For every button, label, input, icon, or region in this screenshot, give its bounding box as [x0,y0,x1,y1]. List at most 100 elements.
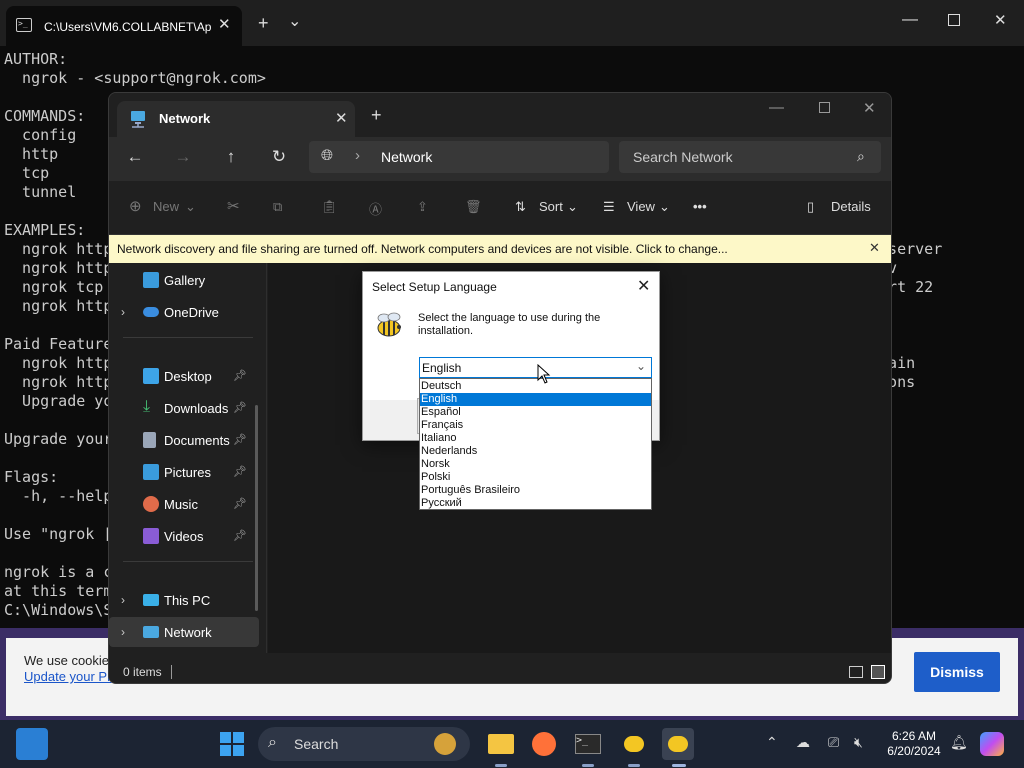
sidebar-item-music[interactable]: Music 📌︎ [109,489,259,519]
language-dropdown-list: Deutsch English Español Français Italian… [419,378,652,510]
details-button[interactable]: Details [831,199,871,214]
download-icon: ⤓ [143,398,151,415]
paste-icon[interactable]: 📋︎ [321,199,338,215]
minimize-icon[interactable]: — [769,99,784,116]
language-option-selected[interactable]: English [420,393,651,406]
sidebar-item-onedrive[interactable]: › OneDrive [109,297,259,327]
dismiss-button[interactable]: Dismiss [914,652,1000,692]
delete-icon[interactable]: 🗑︎ [465,199,482,215]
language-option[interactable]: Español [420,406,651,419]
taskbar-clock[interactable]: 6:26 AM 6/20/2024 [886,729,942,759]
pin-icon[interactable]: 📌︎ [233,369,247,382]
new-tab-button[interactable]: + [371,105,382,126]
rename-icon[interactable]: Ⓐ [369,199,382,218]
language-option[interactable]: Norsk [420,458,651,471]
language-option[interactable]: Русский [420,497,651,510]
taskbar-search-label: Search [294,736,339,752]
maximize-icon[interactable] [819,102,830,113]
pin-icon[interactable]: 📌︎ [233,401,247,414]
language-option[interactable]: Nederlands [420,445,651,458]
sidebar-item-desktop[interactable]: Desktop 📌︎ [109,361,259,391]
language-option[interactable]: Français [420,419,651,432]
more-options-button[interactable]: ••• [693,199,707,214]
active-indicator [495,764,507,767]
chevron-up-icon[interactable]: ⌃ [766,734,778,751]
language-option[interactable]: Polski [420,471,651,484]
language-option[interactable]: Português Brasileiro [420,484,651,497]
refresh-icon[interactable]: ↻ [267,147,291,167]
setup-taskbar-icon[interactable] [618,728,650,760]
computer-icon [143,594,159,606]
share-icon[interactable]: ⇪ [417,199,428,215]
sidebar-item-documents[interactable]: Documents 📌︎ [109,425,259,455]
new-tab-button[interactable]: + [258,13,269,33]
copy-icon[interactable]: ⧉ [273,199,282,215]
chevron-right-icon[interactable]: › [121,625,125,639]
address-location: Network [381,149,433,165]
outlook-app-icon[interactable] [16,728,48,760]
pin-icon[interactable]: 📌︎ [233,497,247,510]
dialog-title-bar: Select Setup Language ✕ [363,272,659,302]
file-explorer-taskbar-icon[interactable] [485,728,517,760]
up-arrow-icon[interactable]: ↑ [219,147,243,167]
divider [171,665,172,679]
windows-start-icon[interactable] [220,732,244,756]
status-bar: 0 items [109,661,891,683]
copilot-icon[interactable] [980,732,1004,756]
sort-icon: ⇅ [515,199,526,214]
sidebar-item-network[interactable]: › Network [109,617,259,647]
language-select[interactable]: English ⌄ [419,357,652,378]
terminal-taskbar-icon[interactable]: >_ [572,728,604,760]
close-icon[interactable]: ✕ [637,276,650,296]
maximize-icon[interactable] [948,14,960,26]
notification-bell-icon[interactable]: 🔔︎ [950,734,968,751]
sort-button[interactable]: Sort [539,199,563,214]
sidebar-item-downloads[interactable]: ⤓ Downloads 📌︎ [109,393,259,423]
firefox-taskbar-icon[interactable] [528,728,560,760]
sidebar-item-videos[interactable]: Videos 📌︎ [109,521,259,551]
minimize-icon[interactable]: — [902,10,918,30]
explorer-tab[interactable]: Network ✕ [117,101,355,137]
close-icon[interactable]: ✕ [869,240,880,256]
network-icon [131,111,145,128]
onedrive-tray-icon[interactable]: ☁ [796,734,810,751]
volume-muted-icon[interactable]: 🔇︎ [854,734,863,751]
search-input[interactable]: Search Network ⌕ [619,141,881,173]
sidebar-item-pictures[interactable]: Pictures 📌︎ [109,457,259,487]
language-option[interactable]: Italiano [420,432,651,445]
network-tray-icon[interactable]: ⎚ [828,734,839,751]
sidebar-scrollbar[interactable] [255,405,258,611]
new-button[interactable]: New [153,199,179,214]
chevron-right-icon[interactable]: › [121,305,125,319]
close-tab-icon[interactable]: ✕ [335,109,348,127]
terminal-icon: >_ [16,18,32,32]
active-indicator [672,764,686,767]
network-discovery-info-bar[interactable]: Network discovery and file sharing are t… [109,235,891,263]
search-placeholder: Search Network [633,149,733,165]
sidebar-item-this-pc[interactable]: › This PC [109,585,259,615]
pin-icon[interactable]: 📌︎ [233,529,247,542]
close-window-icon[interactable]: ✕ [994,11,1007,31]
address-bar[interactable]: 🌐︎ › Network [309,141,609,173]
pin-icon[interactable]: 📌︎ [233,465,247,478]
tiles-view-icon[interactable] [871,665,885,679]
close-window-icon[interactable]: ✕ [863,99,876,117]
pin-icon[interactable]: 📌︎ [233,433,247,446]
details-view-icon[interactable] [849,666,863,678]
active-indicator [628,764,640,767]
terminal-tab[interactable]: >_ C:\Users\VM6.COLLABNET\Ap ✕ [6,6,242,46]
cookie-settings-link[interactable]: Update your Pr [24,669,111,684]
chevron-right-icon[interactable]: › [121,593,125,607]
view-button[interactable]: View [627,199,655,214]
back-arrow-icon[interactable]: ← [123,147,147,167]
forward-arrow-icon[interactable]: → [171,147,195,167]
language-option[interactable]: Deutsch [420,380,651,393]
chevron-down-icon[interactable]: ⌄ [636,359,646,373]
chevron-right-icon[interactable]: › [355,147,360,164]
cut-icon[interactable]: ✂ [227,197,240,215]
setup-taskbar-icon-active[interactable] [662,728,694,760]
close-tab-icon[interactable]: ✕ [218,15,231,33]
sidebar-item-gallery[interactable]: Gallery [109,265,259,295]
taskbar-search-box[interactable]: ⌕ Search [258,727,470,761]
tab-dropdown-button[interactable]: ⌄ [288,12,301,32]
